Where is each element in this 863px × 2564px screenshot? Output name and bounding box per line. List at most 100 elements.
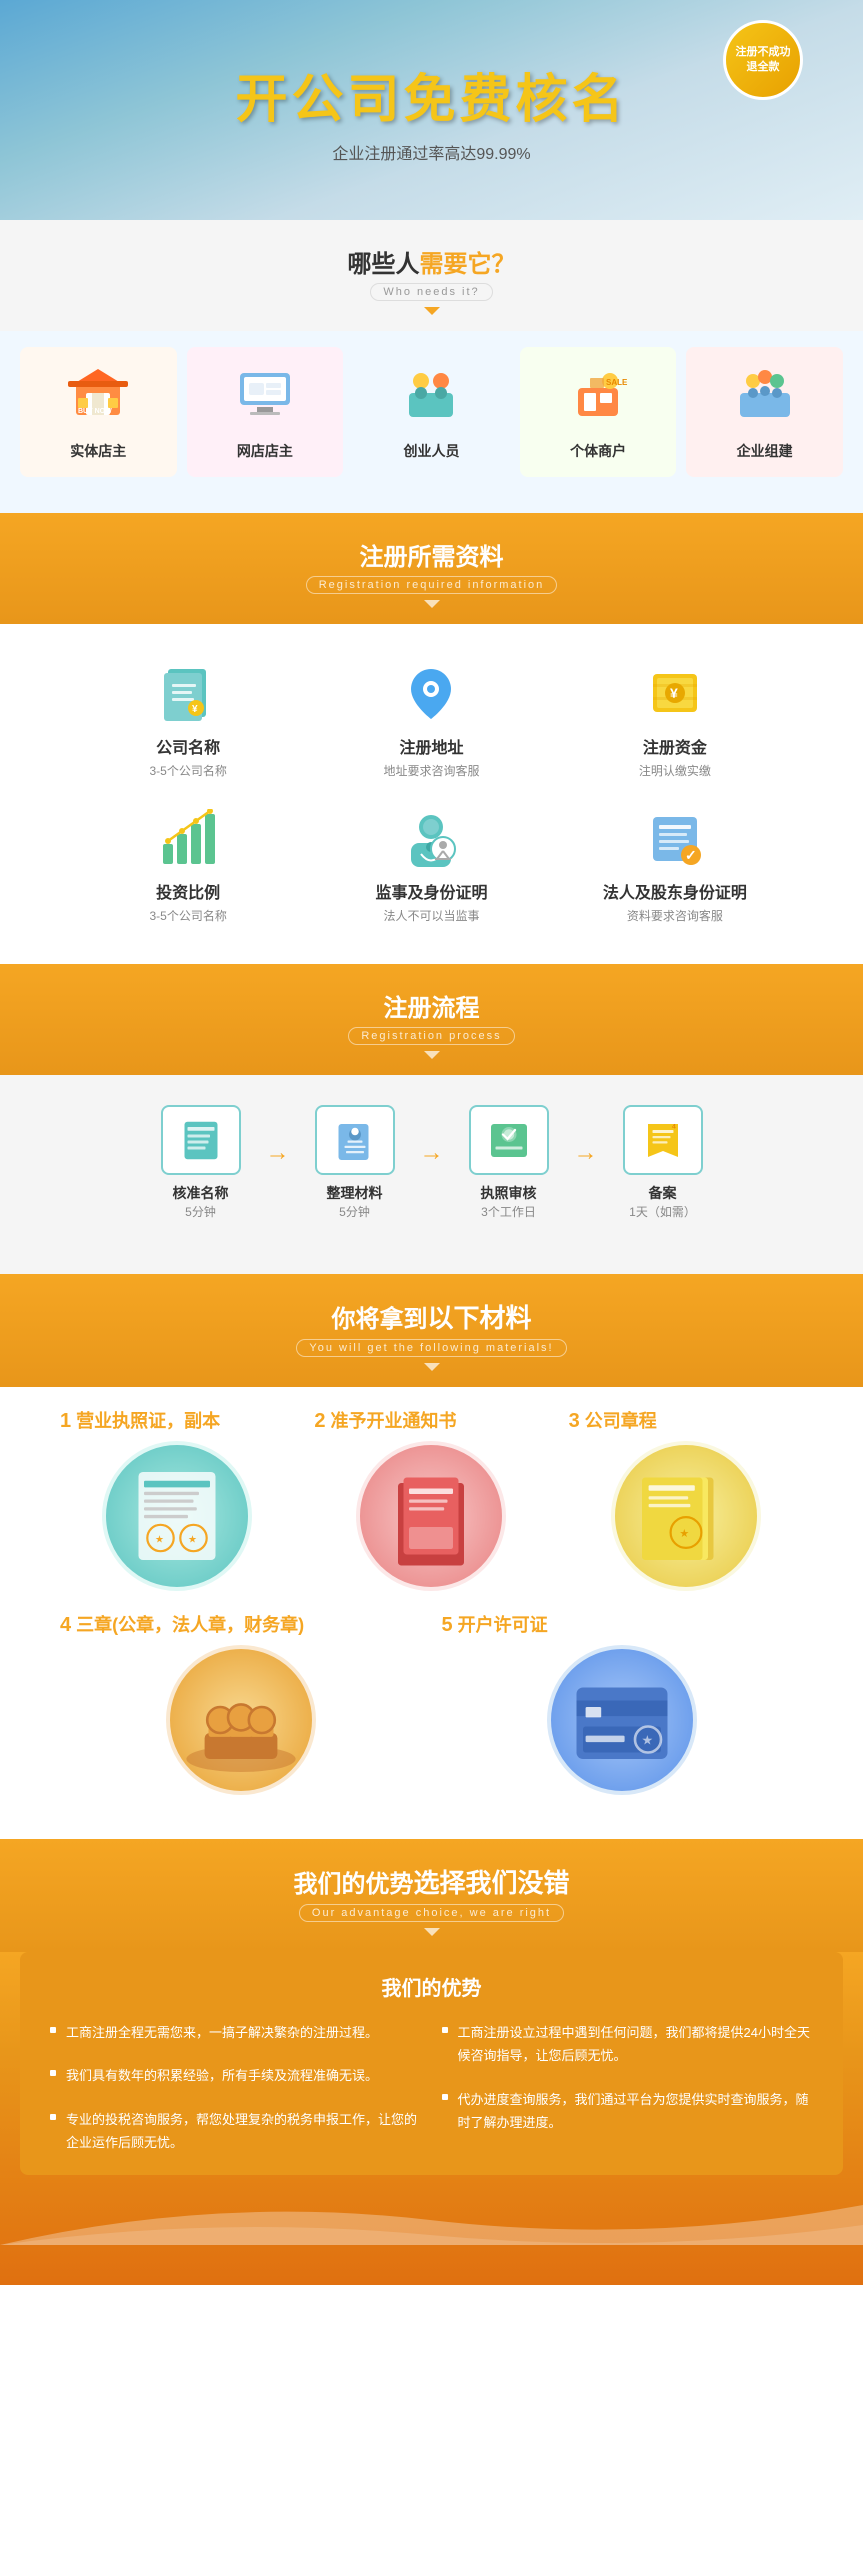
bullet-3 bbox=[442, 2027, 448, 2033]
process-record-time: 1天（如需） bbox=[629, 1203, 696, 1220]
process-step-license: 执照审核 3个工作日 bbox=[449, 1105, 569, 1220]
process-verify-label: 核准名称 bbox=[173, 1183, 229, 1203]
material-img-3: ★ bbox=[611, 1441, 761, 1591]
reg-info-grid: ¥ 公司名称 3-5个公司名称 注册地址 地址要求咨询客服 bbox=[82, 644, 782, 944]
advantage-section: 我们的优势 工商注册全程无需您来，一搞子解决繁杂的注册过程。 我们具有数年的积累… bbox=[0, 1952, 863, 2285]
reg-info-section: ¥ 公司名称 3-5个公司名称 注册地址 地址要求咨询客服 bbox=[0, 624, 863, 964]
svg-text:4: 4 bbox=[672, 1123, 676, 1130]
bullet-5 bbox=[50, 2114, 56, 2120]
material-num-3: 3 公司章程 bbox=[569, 1407, 803, 1433]
material-item-2: 2 准予开业通知书 bbox=[314, 1407, 548, 1591]
section1-arrow bbox=[424, 307, 440, 315]
svg-text:★: ★ bbox=[155, 1534, 164, 1545]
capital-icon: ¥ bbox=[645, 664, 705, 724]
advantage-text-4: 代办进度查询服务，我们通过平台为您提供实时查询服务，随时了解办理进度。 bbox=[458, 2088, 814, 2135]
svg-text:★: ★ bbox=[679, 1528, 689, 1540]
advantage-item-1: 工商注册全程无需您来，一搞子解决繁杂的注册过程。 bbox=[50, 2021, 422, 2044]
who-card-startup-label: 创业人员 bbox=[403, 441, 459, 461]
advantage-text-2: 我们具有数年的积累经验，所有手续及流程准确无误。 bbox=[66, 2064, 378, 2087]
materials-section: 1 营业执照证，副本 ★ ★ 2 准予开业通知书 bbox=[0, 1387, 863, 1839]
startup-icon bbox=[401, 363, 461, 423]
process-docs-label: 整理材料 bbox=[327, 1183, 383, 1203]
supervisor-icon bbox=[401, 809, 461, 869]
process-record-label: 备案 bbox=[649, 1183, 677, 1203]
section5-arrow bbox=[424, 1928, 440, 1936]
reg-item-company-name: ¥ 公司名称 3-5个公司名称 bbox=[82, 664, 295, 779]
process-arrow-1: → bbox=[266, 1139, 290, 1187]
advantage-item-4: 代办进度查询服务，我们通过平台为您提供实时查询服务，随时了解办理进度。 bbox=[442, 2088, 814, 2135]
process-box-verify bbox=[161, 1105, 241, 1175]
who-card-store-label: 实体店主 bbox=[70, 441, 126, 461]
who-card-startup: 创业人员 bbox=[353, 347, 510, 477]
hero-subtitle: 企业注册通过率高达99.99% bbox=[332, 140, 530, 164]
svg-text:SALE: SALE bbox=[606, 378, 628, 387]
invest-icon bbox=[158, 809, 218, 869]
hero-title: 开公司免费核名 bbox=[235, 57, 627, 132]
personal-icon: SALE bbox=[568, 363, 628, 423]
section2-arrow bbox=[424, 600, 440, 608]
svg-text:✓: ✓ bbox=[685, 847, 697, 863]
who-card-online-label: 网店店主 bbox=[237, 441, 293, 461]
section2-header: 注册所需资料 Registration required information bbox=[0, 513, 863, 624]
reg-company-name-title: 公司名称 bbox=[156, 734, 220, 758]
materials-grid-bottom: 4 三章(公章，法人章，财务章) 5 开户许可证 bbox=[0, 1611, 863, 1815]
process-section: 核准名称 5分钟 → 整理材料 5分钟 → bbox=[0, 1075, 863, 1274]
svg-text:★: ★ bbox=[188, 1534, 197, 1545]
material-item-4: 4 三章(公章，法人章，财务章) bbox=[60, 1611, 422, 1795]
advantage-inner-title: 我们的优势 bbox=[50, 1972, 813, 2001]
svg-text:¥: ¥ bbox=[192, 704, 198, 715]
section2-subtitle-en: Registration required information bbox=[306, 576, 558, 594]
reg-legal-desc: 资料要求咨询客服 bbox=[627, 907, 723, 924]
section3-arrow bbox=[424, 1051, 440, 1059]
section1-title: 哪些人需要它？ bbox=[0, 244, 863, 279]
reg-item-capital: ¥ 注册资金 注明认缴实缴 bbox=[568, 664, 781, 779]
reg-address-desc: 地址要求咨询客服 bbox=[383, 762, 479, 779]
wave-decoration bbox=[0, 2195, 863, 2245]
advantage-item-2: 我们具有数年的积累经验，所有手续及流程准确无误。 bbox=[50, 2064, 422, 2087]
reg-item-invest: 投资比例 3-5个公司名称 bbox=[82, 809, 295, 924]
bullet-4 bbox=[442, 2094, 448, 2100]
process-step-verify: 核准名称 5分钟 bbox=[141, 1105, 261, 1220]
process-verify-time: 5分钟 bbox=[185, 1203, 216, 1220]
advantage-item-3: 工商注册设立过程中遇到任何问题，我们都将提供24小时全天候咨询指导，让您后顾无忧… bbox=[442, 2021, 814, 2068]
materials-grid-top: 1 营业执照证，副本 ★ ★ 2 准予开业通知书 bbox=[0, 1387, 863, 1611]
section4-arrow bbox=[424, 1363, 440, 1371]
reg-item-supervisor: 监事及身份证明 法人不可以当监事 bbox=[325, 809, 538, 924]
material-item-3: 3 公司章程 ★ bbox=[569, 1407, 803, 1591]
advantage-item-5: 专业的投税咨询服务，帮您处理复杂的税务申报工作，让您的企业运作后顾无忧。 bbox=[50, 2108, 422, 2155]
advantage-cols: 工商注册全程无需您来，一搞子解决繁杂的注册过程。 我们具有数年的积累经验，所有手… bbox=[50, 2021, 813, 2155]
address-icon bbox=[401, 664, 461, 724]
advantage-inner: 我们的优势 工商注册全程无需您来，一搞子解决繁杂的注册过程。 我们具有数年的积累… bbox=[20, 1952, 843, 2175]
reg-supervisor-title: 监事及身份证明 bbox=[375, 879, 487, 903]
badge-line1: 注册不成功 bbox=[736, 45, 791, 60]
process-arrow-3: → bbox=[574, 1139, 598, 1187]
section3-title: 注册流程 bbox=[0, 988, 863, 1023]
section1-subtitle-en: Who needs it? bbox=[370, 283, 492, 301]
process-box-record: 4 bbox=[623, 1105, 703, 1175]
reg-invest-desc: 3-5个公司名称 bbox=[149, 907, 226, 924]
who-card-enterprise: 企业组建 bbox=[686, 347, 843, 477]
svg-text:BUY NOW: BUY NOW bbox=[78, 408, 112, 415]
bullet-1 bbox=[50, 2027, 56, 2033]
section3-subtitle-en: Registration process bbox=[348, 1027, 514, 1045]
material-item-1: 1 营业执照证，副本 ★ ★ bbox=[60, 1407, 294, 1591]
section3-header: 注册流程 Registration process bbox=[0, 964, 863, 1075]
who-needs-section: BUY NOW 实体店主 网店店主 bbox=[0, 331, 863, 513]
material-num-4: 4 三章(公章，法人章，财务章) bbox=[60, 1611, 422, 1637]
who-card-store: BUY NOW 实体店主 bbox=[20, 347, 177, 477]
reg-supervisor-desc: 法人不可以当监事 bbox=[383, 907, 479, 924]
section5-header: 我们的优势选择我们没错 Our advantage choice, we are… bbox=[0, 1839, 863, 1952]
material-img-1: ★ ★ bbox=[102, 1441, 252, 1591]
process-license-time: 3个工作日 bbox=[481, 1203, 536, 1220]
legal-icon: ✓ bbox=[645, 809, 705, 869]
reg-capital-desc: 注明认缴实缴 bbox=[639, 762, 711, 779]
hero-badge: 注册不成功 退全款 bbox=[723, 20, 803, 100]
company-name-icon: ¥ bbox=[158, 664, 218, 724]
svg-text:★: ★ bbox=[642, 1733, 654, 1748]
material-img-4 bbox=[166, 1645, 316, 1795]
material-num-2: 2 准予开业通知书 bbox=[314, 1407, 548, 1433]
reg-company-name-desc: 3-5个公司名称 bbox=[149, 762, 226, 779]
section1-header: 哪些人需要它？ Who needs it? bbox=[0, 220, 863, 331]
reg-address-title: 注册地址 bbox=[399, 734, 463, 758]
process-step-docs: 整理材料 5分钟 bbox=[295, 1105, 415, 1220]
